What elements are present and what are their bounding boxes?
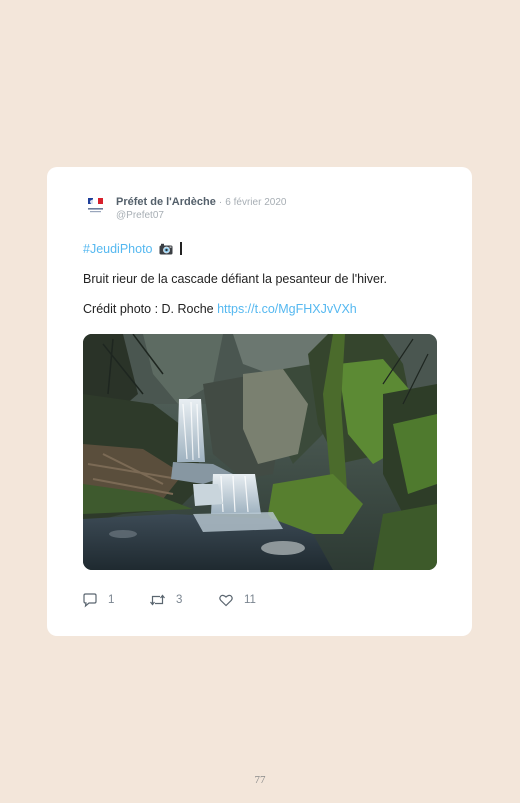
author-name[interactable]: Préfet de l'Ardèche xyxy=(116,196,216,208)
retweet-count: 3 xyxy=(176,594,183,606)
page-number: 77 xyxy=(254,774,266,786)
tweet-link[interactable]: https://t.co/MgFHXJvVXh xyxy=(217,302,357,316)
hashtag-link[interactable]: #JeudiPhoto xyxy=(83,242,153,256)
reply-count: 1 xyxy=(108,594,115,606)
tweet-card: Préfet de l'Ardèche · 6 février 2020 @Pr… xyxy=(47,167,472,636)
photo-credit-line: Crédit photo : D. Roche https://t.co/MgF… xyxy=(83,302,357,316)
like-count: 11 xyxy=(244,594,256,606)
reply-button[interactable]: 1 xyxy=(82,592,114,608)
tweet-actions: 1 3 11 xyxy=(82,592,382,608)
author-row: Préfet de l'Ardèche · 6 février 2020 xyxy=(116,196,286,208)
separator: · xyxy=(218,197,223,208)
like-button[interactable]: 11 xyxy=(218,592,256,608)
tweet-date[interactable]: 6 février 2020 xyxy=(225,197,286,208)
tweet-photo[interactable] xyxy=(83,334,437,570)
hashtag-line: #JeudiPhoto xyxy=(83,242,182,256)
avatar[interactable] xyxy=(84,194,108,218)
text-cursor xyxy=(180,242,182,255)
reply-icon xyxy=(83,593,97,608)
author-handle[interactable]: @Prefet07 xyxy=(116,210,164,221)
waterfall-image xyxy=(83,334,437,570)
camera-icon xyxy=(159,243,173,255)
tweet-text: Bruit rieur de la cascade défiant la pes… xyxy=(83,272,387,286)
retweet-icon xyxy=(150,594,165,606)
photo-credit: Crédit photo : D. Roche xyxy=(83,302,214,316)
retweet-button[interactable]: 3 xyxy=(149,592,182,608)
like-icon xyxy=(219,594,233,607)
